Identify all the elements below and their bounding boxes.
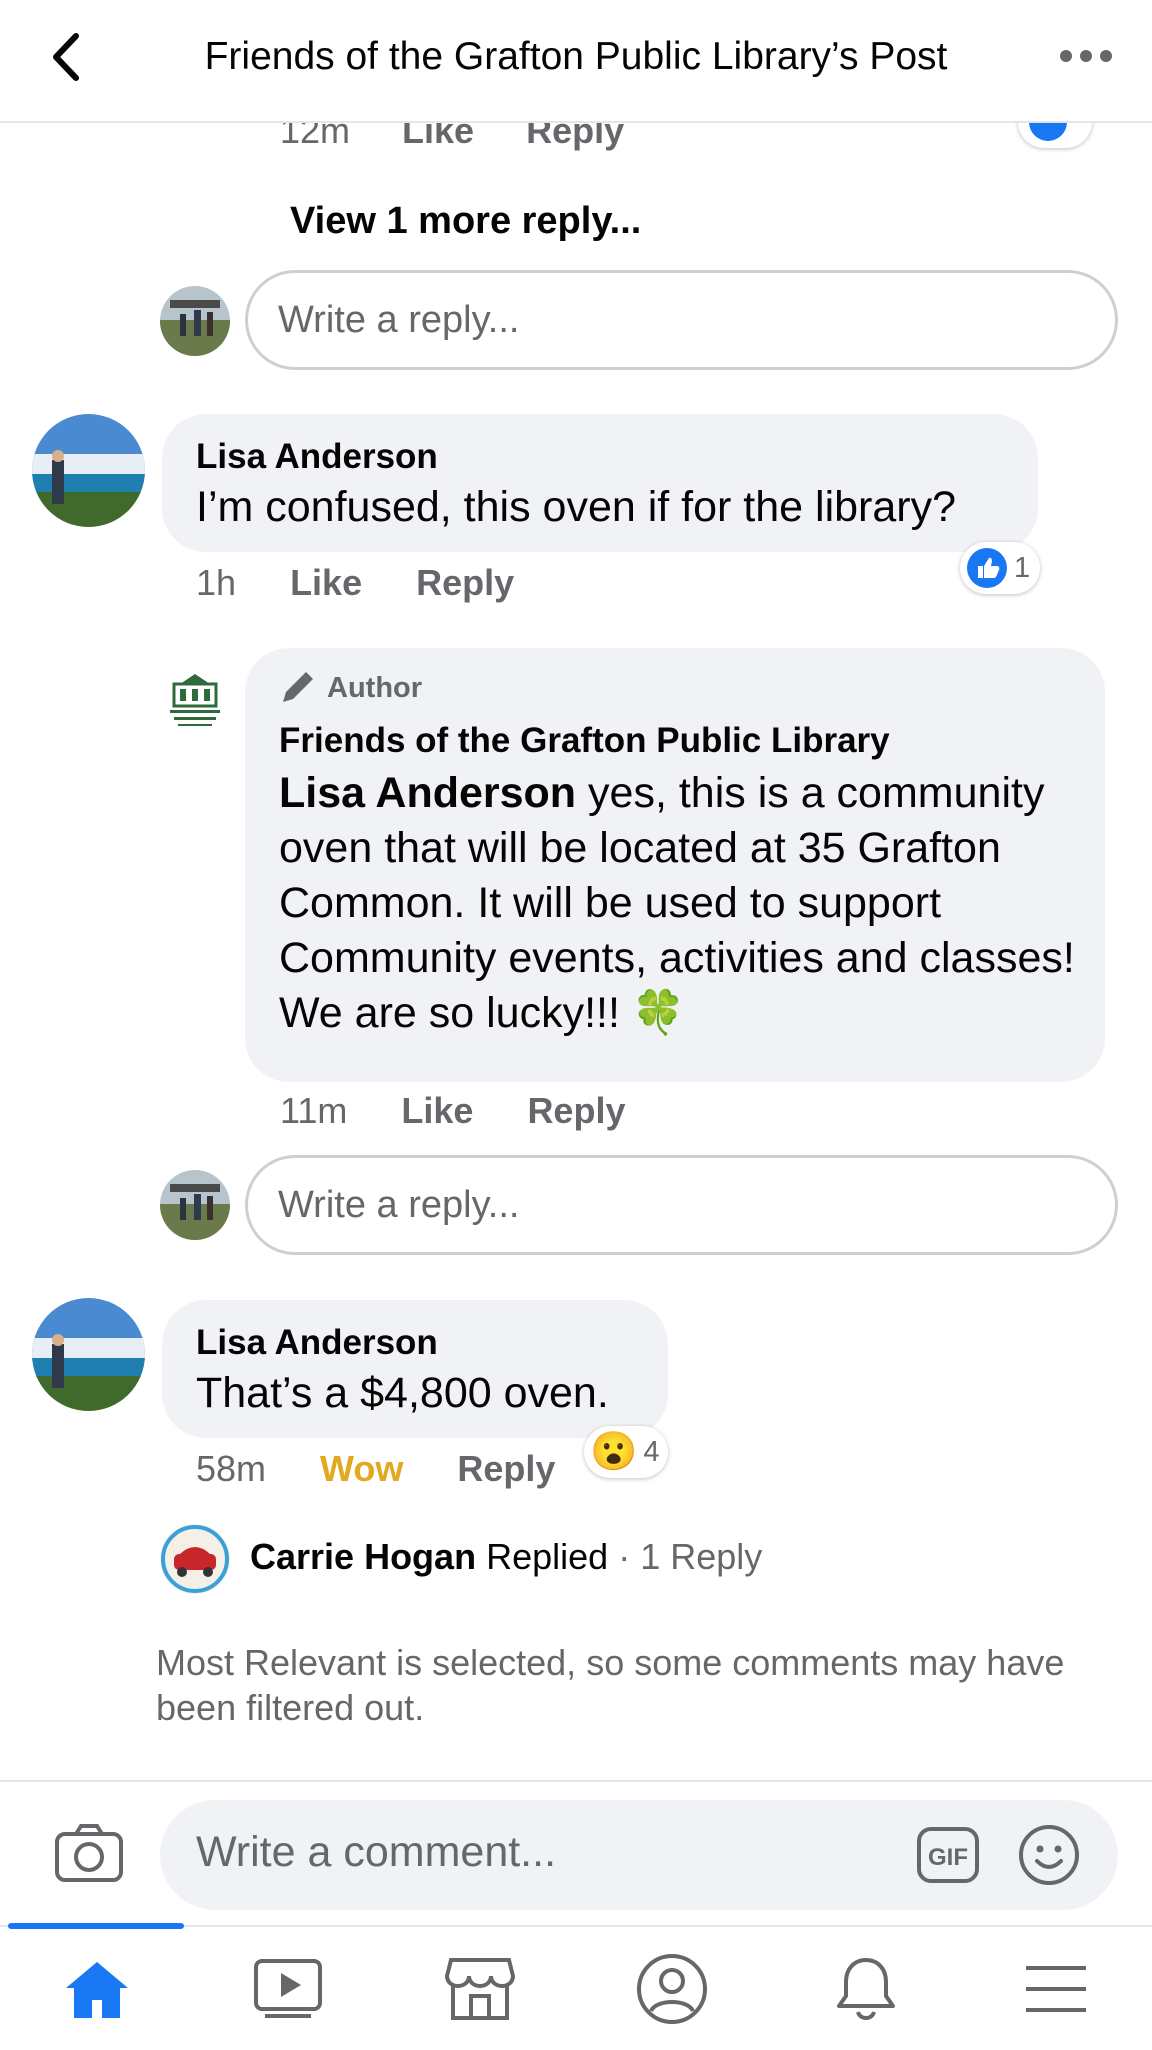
page-title: Friends of the Grafton Public Library’s …: [204, 35, 948, 78]
comment-author[interactable]: Friends of the Grafton Public Library: [279, 720, 890, 762]
reply-link[interactable]: Reply: [527, 1090, 625, 1131]
reply-link[interactable]: Reply: [416, 562, 514, 603]
bottom-tab-bar: [0, 1923, 1152, 2050]
wow-reaction-link[interactable]: Wow: [320, 1448, 403, 1489]
comment-bubble: Lisa Anderson That’s a $4,800 oven.: [162, 1300, 668, 1438]
separator-dot: ·: [618, 1536, 631, 1577]
comment-input[interactable]: Write a comment... GIF: [160, 1800, 1118, 1910]
svg-text:GIF: GIF: [928, 1844, 968, 1871]
video-icon[interactable]: [248, 1951, 328, 2027]
avatar[interactable]: [32, 414, 145, 527]
reaction-count: 1: [1014, 551, 1031, 584]
reaction-badge[interactable]: 😮 4: [584, 1426, 668, 1478]
like-link[interactable]: Like: [401, 1090, 473, 1131]
comment-bubble: Lisa Anderson I’m confused, this oven if…: [162, 414, 1038, 552]
reply-bubble: Author Friends of the Grafton Public Lib…: [245, 648, 1105, 1082]
page-logo-avatar[interactable]: [160, 664, 230, 734]
avatar[interactable]: [160, 1170, 230, 1240]
comment-time: 11m: [280, 1090, 348, 1131]
comment-meta-row: 1h Like Reply: [196, 562, 514, 604]
post-header: Friends of the Grafton Public Library’s …: [0, 0, 1152, 123]
wow-emoji: 😮: [590, 1431, 638, 1473]
reaction-badge[interactable]: 1: [960, 542, 1040, 594]
comment-time: 1h: [196, 562, 237, 603]
back-icon[interactable]: [44, 30, 90, 84]
avatar[interactable]: [160, 286, 230, 356]
emoji-icon[interactable]: [1018, 1824, 1080, 1891]
comment-meta-row: 11m Like Reply: [280, 1090, 625, 1132]
author-badge: Author: [279, 670, 422, 706]
reply-input[interactable]: Write a reply...: [245, 1155, 1118, 1255]
gif-icon[interactable]: GIF: [916, 1826, 980, 1889]
comment-placeholder: Write a comment...: [196, 1828, 557, 1876]
marketplace-icon[interactable]: [440, 1951, 520, 2027]
replied-summary-link[interactable]: Carrie Hogan Replied · 1 Reply: [250, 1536, 762, 1578]
bell-icon[interactable]: [826, 1951, 906, 2027]
view-more-replies-link[interactable]: View 1 more reply...: [290, 200, 641, 243]
more-options-icon[interactable]: [1056, 38, 1116, 74]
like-icon: [966, 547, 1008, 589]
home-icon[interactable]: [57, 1951, 137, 2027]
avatar[interactable]: [160, 1524, 230, 1594]
four-leaf-clover-emoji: 🍀: [631, 989, 686, 1037]
reply-link[interactable]: Reply: [457, 1448, 555, 1489]
replied-label: Replied: [486, 1536, 609, 1577]
comment-text: I’m confused, this oven if for the libra…: [196, 483, 957, 531]
comment-text: Lisa Anderson yes, this is a community o…: [279, 766, 1079, 1041]
comment-composer: Write a comment... GIF: [0, 1780, 1152, 1927]
comment-text: That’s a $4,800 oven.: [196, 1369, 609, 1417]
filter-note: Most Relevant is selected, so some comme…: [156, 1642, 1065, 1728]
reaction-count: 4: [643, 1435, 660, 1468]
menu-icon[interactable]: [1016, 1951, 1096, 2027]
comment-author[interactable]: Lisa Anderson: [196, 1322, 438, 1364]
profile-icon[interactable]: [632, 1951, 712, 2027]
comment-meta-row: 58m Wow Reply: [196, 1448, 555, 1490]
pencil-icon: [279, 670, 315, 706]
replier-name: Carrie Hogan: [250, 1536, 477, 1577]
active-tab-indicator: [8, 1923, 184, 1929]
reply-count: 1 Reply: [640, 1536, 763, 1577]
comment-time: 58m: [196, 1448, 267, 1489]
like-link[interactable]: Like: [290, 562, 362, 603]
camera-icon[interactable]: [54, 1822, 124, 1889]
avatar[interactable]: [32, 1298, 145, 1411]
comment-author[interactable]: Lisa Anderson: [196, 436, 438, 478]
reply-input[interactable]: Write a reply...: [245, 270, 1118, 370]
mention-link[interactable]: Lisa Anderson: [279, 769, 576, 817]
author-badge-label: Author: [327, 671, 423, 704]
